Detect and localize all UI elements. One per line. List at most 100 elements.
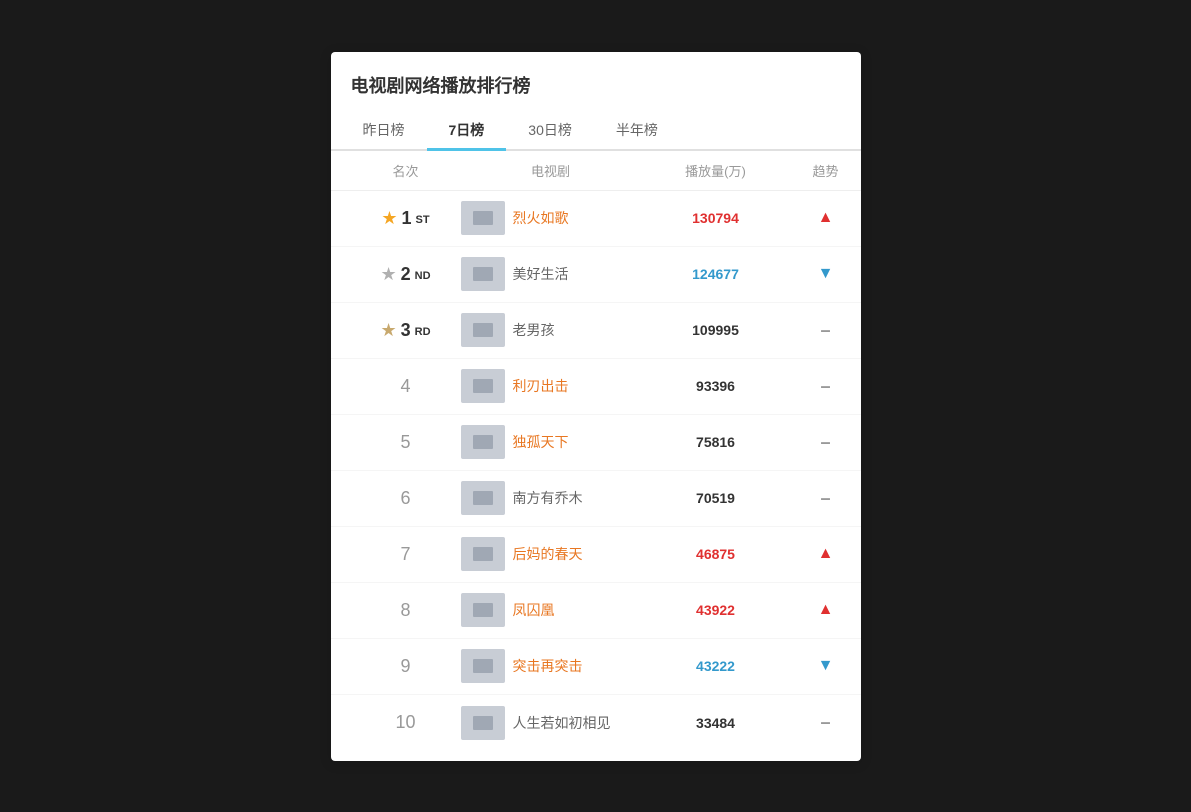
drama-cell: 美好生活	[461, 257, 641, 291]
views-cell: 43222	[641, 658, 791, 674]
drama-name: 凤囚凰	[513, 600, 555, 620]
trend-icon: ▲	[818, 545, 834, 563]
tab-1[interactable]: 7日榜	[427, 112, 507, 151]
table-header: 名次 电视剧 播放量(万) 趋势	[331, 151, 861, 191]
drama-cell: 突击再突击	[461, 649, 641, 683]
drama-name: 烈火如歌	[513, 208, 569, 228]
drama-cell: 老男孩	[461, 313, 641, 347]
drama-name: 突击再突击	[513, 656, 583, 676]
rank-number: 5	[400, 432, 410, 453]
views-cell: 109995	[641, 322, 791, 338]
trend-icon: –	[820, 376, 830, 397]
views-cell: 124677	[641, 266, 791, 282]
trend-cell: –	[791, 712, 861, 733]
drama-thumbnail	[461, 706, 505, 740]
drama-name: 独孤天下	[513, 432, 569, 452]
drama-cell: 人生若如初相见	[461, 706, 641, 740]
trend-cell: ▼	[791, 657, 861, 675]
rank-cell-10: 10	[351, 712, 461, 733]
rank-cell-9: 9	[351, 656, 461, 677]
drama-cell: 后妈的春天	[461, 537, 641, 571]
rank-cell-1: ★1 ST	[351, 208, 461, 229]
col-trend: 趋势	[791, 161, 861, 180]
trend-icon: ▲	[818, 601, 834, 619]
views-cell: 33484	[641, 715, 791, 731]
tabs-container: 昨日榜7日榜30日榜半年榜	[331, 112, 861, 151]
table-row: 8 凤囚凰 43922 ▲	[331, 583, 861, 639]
trend-icon: –	[820, 712, 830, 733]
rank-number: 4	[400, 376, 410, 397]
rank-suffix: RD	[415, 326, 431, 338]
drama-name: 利刃出击	[513, 376, 569, 396]
card-title: 电视剧网络播放排行榜	[331, 72, 861, 112]
table-row: 4 利刃出击 93396 –	[331, 359, 861, 415]
drama-name: 后妈的春天	[513, 544, 583, 564]
table-row: 9 突击再突击 43222 ▼	[331, 639, 861, 695]
drama-thumbnail	[461, 593, 505, 627]
star-icon: ★	[380, 320, 396, 341]
drama-name: 美好生活	[513, 264, 569, 284]
drama-thumbnail	[461, 313, 505, 347]
rank-cell-6: 6	[351, 488, 461, 509]
trend-icon: ▼	[818, 657, 834, 675]
trend-cell: –	[791, 376, 861, 397]
drama-thumbnail	[461, 369, 505, 403]
table-body: ★1ST烈火如歌130794▲★2ND美好生活124677▼★3RD老男孩109…	[331, 191, 861, 751]
views-cell: 70519	[641, 490, 791, 506]
drama-thumbnail	[461, 481, 505, 515]
rank-suffix: ND	[415, 270, 431, 282]
table-row: 5 独孤天下 75816 –	[331, 415, 861, 471]
views-cell: 130794	[641, 210, 791, 226]
rank-cell-7: 7	[351, 544, 461, 565]
drama-thumbnail	[461, 537, 505, 571]
star-icon: ★	[381, 208, 397, 229]
views-cell: 43922	[641, 602, 791, 618]
table-row: 10 人生若如初相见33484 –	[331, 695, 861, 751]
drama-cell: 南方有乔木	[461, 481, 641, 515]
col-views: 播放量(万)	[641, 161, 791, 180]
drama-cell: 独孤天下	[461, 425, 641, 459]
tab-3[interactable]: 半年榜	[594, 112, 680, 151]
drama-name: 南方有乔木	[513, 488, 583, 508]
trend-icon: ▼	[818, 265, 834, 283]
views-cell: 46875	[641, 546, 791, 562]
rank-number: 8	[400, 600, 410, 621]
trend-cell: –	[791, 432, 861, 453]
rank-number: 9	[400, 656, 410, 677]
trend-cell: –	[791, 488, 861, 509]
rank-number: 3	[401, 320, 411, 341]
rank-number: 7	[400, 544, 410, 565]
star-icon: ★	[380, 264, 396, 285]
trend-icon: –	[820, 432, 830, 453]
table-row: 6 南方有乔木 70519–	[331, 471, 861, 527]
drama-thumbnail	[461, 257, 505, 291]
drama-cell: 凤囚凰	[461, 593, 641, 627]
rank-number: 2	[401, 264, 411, 285]
drama-thumbnail	[461, 425, 505, 459]
drama-thumbnail	[461, 201, 505, 235]
trend-cell: ▲	[791, 545, 861, 563]
rank-number: 6	[400, 488, 410, 509]
trend-cell: ▲	[791, 209, 861, 227]
tab-0[interactable]: 昨日榜	[341, 112, 427, 151]
drama-cell: 利刃出击	[461, 369, 641, 403]
rank-number: 10	[395, 712, 415, 733]
ranking-card: 电视剧网络播放排行榜 昨日榜7日榜30日榜半年榜 名次 电视剧 播放量(万) 趋…	[331, 52, 861, 761]
rank-suffix: ST	[416, 214, 430, 226]
rank-cell-3: ★3 RD	[351, 320, 461, 341]
rank-number: 1	[402, 208, 412, 229]
views-cell: 93396	[641, 378, 791, 394]
rank-cell-8: 8	[351, 600, 461, 621]
table-row: ★1 ST 烈火如歌 130794 ▲	[331, 191, 861, 247]
drama-thumbnail	[461, 649, 505, 683]
trend-cell: –	[791, 320, 861, 341]
views-cell: 75816	[641, 434, 791, 450]
rank-cell-4: 4	[351, 376, 461, 397]
table-row: ★2 ND 美好生活 124677 ▼	[331, 247, 861, 303]
col-drama: 电视剧	[461, 161, 641, 180]
trend-icon: –	[820, 320, 830, 341]
tab-2[interactable]: 30日榜	[506, 112, 594, 151]
trend-cell: ▼	[791, 265, 861, 283]
table-row: ★3 RD 老男孩109995 –	[331, 303, 861, 359]
trend-icon: ▲	[818, 209, 834, 227]
